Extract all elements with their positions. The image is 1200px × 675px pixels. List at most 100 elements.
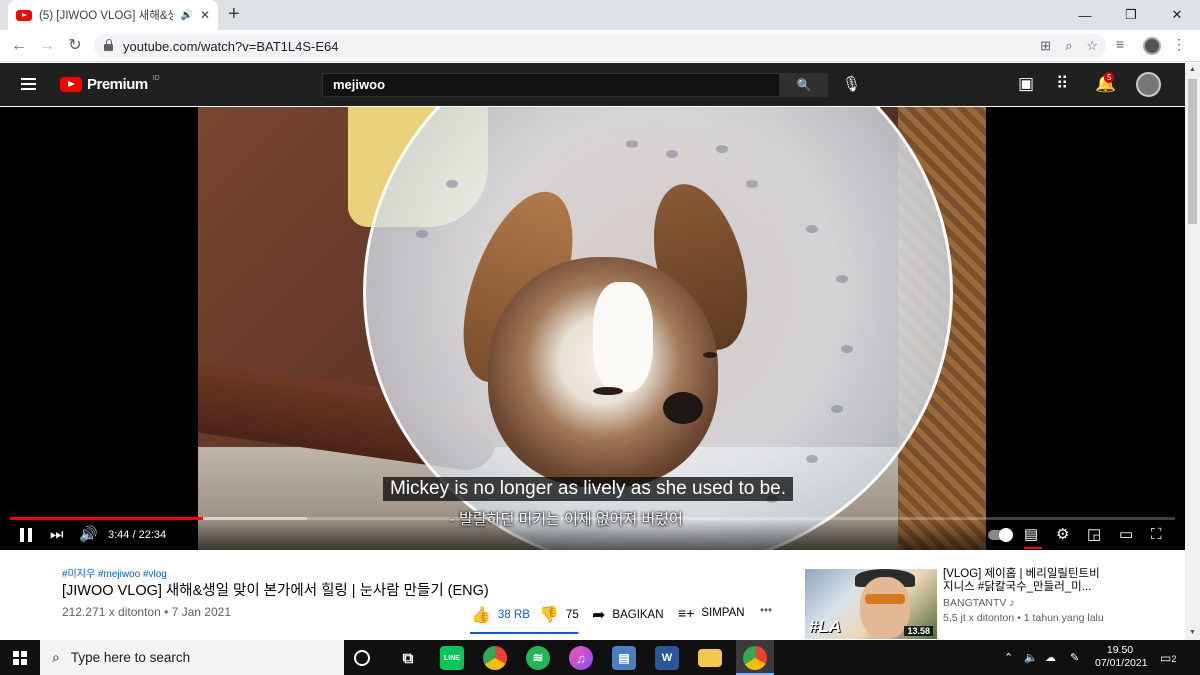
lock-icon bbox=[104, 39, 113, 51]
fullscreen-icon[interactable]: ⛶ bbox=[1151, 525, 1162, 545]
share-arrow-icon: ➦ bbox=[592, 607, 606, 624]
time-display: 3:44 / 22:34 bbox=[108, 529, 167, 541]
chrome-app-icon[interactable] bbox=[483, 646, 507, 670]
dislike-count: 75 bbox=[565, 609, 579, 621]
media-control-icon[interactable]: ≡ bbox=[1116, 36, 1124, 52]
youtube-masthead: Premium ID mejiwoo 🔍 🎙 ▣ ⠿ 🔔 bbox=[0, 63, 1185, 106]
spotify-app-icon[interactable]: ≋ bbox=[526, 646, 550, 670]
english-caption: Mickey is no longer as lively as she use… bbox=[383, 477, 794, 501]
save-label: SIMPAN bbox=[701, 607, 745, 619]
file-explorer-icon[interactable] bbox=[698, 649, 722, 667]
youtube-play-icon bbox=[60, 77, 82, 92]
restore-button[interactable]: ❐ bbox=[1108, 0, 1154, 30]
related-video-thumbnail[interactable]: #LA 13.58 bbox=[805, 569, 937, 639]
cortana-icon[interactable] bbox=[354, 650, 370, 666]
word-app-icon[interactable]: W bbox=[655, 646, 679, 670]
like-count: 38 RB bbox=[497, 609, 530, 621]
chrome-menu-icon[interactable]: ⋮ bbox=[1172, 36, 1186, 53]
action-center-icon[interactable]: ▭2 bbox=[1160, 651, 1176, 665]
dog-nose bbox=[663, 392, 703, 424]
volume-icon[interactable]: 🔊 bbox=[79, 525, 98, 545]
tab-title: (5) [JIWOO VLOG] 새해&생일 bbox=[39, 10, 174, 22]
dislike-button[interactable]: 👎 75 bbox=[539, 605, 579, 625]
windows-taskbar: ⌕ Type here to search ⧉ LINE ≋ ♫ ▤ W ⌃ 🔈… bbox=[0, 640, 1200, 675]
video-meta: 212.271 x ditonton • 7 Jan 2021 bbox=[62, 605, 232, 619]
player-controls: ⏭ 🔊 3:44 / 22:34 ▤ ⚙ ◲ ▭ ⛶ bbox=[0, 520, 1185, 550]
create-video-icon[interactable]: ▣ bbox=[1018, 74, 1034, 94]
new-tab-button[interactable]: + bbox=[228, 4, 240, 24]
save-button[interactable]: ≡+ SIMPAN bbox=[678, 605, 745, 621]
dog-eye-right bbox=[703, 352, 717, 358]
clock-time: 19.50 bbox=[1106, 644, 1134, 656]
browser-toolbar: ← → ↻ youtube.com/watch?v=BAT1L4S-E64 ⊞ … bbox=[0, 30, 1200, 62]
search-icon: 🔍 bbox=[796, 78, 812, 92]
network-app-icon[interactable]: ▤ bbox=[612, 646, 636, 670]
chrome-active-app-icon[interactable] bbox=[743, 646, 767, 670]
tray-chevron-up-icon[interactable]: ⌃ bbox=[1004, 651, 1013, 664]
like-button[interactable]: 👍 38 RB bbox=[471, 605, 530, 625]
browser-tab-strip: (5) [JIWOO VLOG] 새해&생일 🔊 ✕ + — ❐ ✕ bbox=[0, 0, 1200, 30]
taskbar-search[interactable]: ⌕ Type here to search bbox=[40, 640, 344, 675]
related-video-channel[interactable]: BANGTANTV ♪ bbox=[943, 597, 1015, 609]
back-arrow-icon[interactable]: ← bbox=[8, 35, 30, 57]
share-button[interactable]: ➦ BAGIKAN bbox=[592, 605, 664, 625]
dog-white-blaze bbox=[593, 282, 653, 392]
pen-ink-icon[interactable]: ✎ bbox=[1070, 651, 1079, 664]
subtitles-active-indicator bbox=[1024, 547, 1042, 549]
related-video-meta: 5,5 jt x ditonton • 1 tahun yang lalu bbox=[943, 612, 1104, 624]
volume-tray-icon[interactable]: 🔈 bbox=[1024, 651, 1038, 664]
search-icon: ⌕ bbox=[52, 649, 60, 665]
minimize-button[interactable]: — bbox=[1062, 0, 1108, 30]
address-bar[interactable]: youtube.com/watch?v=BAT1L4S-E64 ⊞ ⌕ ☆ bbox=[94, 34, 1106, 58]
video-title: [JIWOO VLOG] 새해&생일 맞이 본가에서 힐링 | 눈사람 만들기 … bbox=[62, 583, 489, 599]
autoplay-toggle[interactable] bbox=[988, 528, 1013, 542]
line-app-icon[interactable]: LINE bbox=[440, 646, 464, 670]
onedrive-cloud-icon[interactable]: ☁ bbox=[1045, 651, 1056, 664]
speaker-icon[interactable]: 🔊 bbox=[180, 10, 192, 21]
video-player[interactable]: Mickey is no longer as lively as she use… bbox=[0, 107, 1185, 550]
pause-icon[interactable] bbox=[20, 528, 32, 542]
page-scrollbar[interactable]: ▲ ▼ bbox=[1185, 63, 1200, 640]
microphone-icon[interactable]: 🎙 bbox=[842, 75, 861, 93]
dog-eye-left bbox=[593, 387, 623, 395]
taskbar-clock[interactable]: 19.50 07/01/2021 bbox=[1095, 644, 1148, 670]
search-button[interactable]: 🔍 bbox=[780, 73, 828, 97]
next-video-icon[interactable]: ⏭ bbox=[50, 525, 64, 545]
windows-start-icon[interactable] bbox=[13, 651, 27, 665]
url-text[interactable]: youtube.com/watch?v=BAT1L4S-E64 bbox=[123, 39, 338, 54]
clock-date: 07/01/2021 bbox=[1095, 657, 1148, 669]
thumbnail-text: #LA bbox=[809, 617, 842, 636]
itunes-app-icon[interactable]: ♫ bbox=[569, 646, 593, 670]
theater-mode-icon[interactable]: ▭ bbox=[1119, 525, 1133, 545]
miniplayer-icon[interactable]: ◲ bbox=[1087, 525, 1101, 545]
bookmark-star-icon[interactable]: ☆ bbox=[1086, 38, 1098, 54]
reload-icon[interactable]: ↻ bbox=[64, 35, 86, 57]
scroll-down-arrow-icon[interactable]: ▼ bbox=[1185, 626, 1200, 640]
youtube-favicon-icon bbox=[16, 9, 32, 21]
translate-icon[interactable]: ⊞ bbox=[1040, 38, 1051, 54]
hashtags[interactable]: #미지우 #mejiwoo #vlog bbox=[62, 565, 167, 580]
tab-close-icon[interactable]: ✕ bbox=[200, 8, 210, 22]
close-window-button[interactable]: ✕ bbox=[1154, 0, 1200, 30]
task-view-icon[interactable]: ⧉ bbox=[396, 646, 420, 670]
settings-gear-icon[interactable]: ⚙ bbox=[1056, 525, 1069, 545]
scrollbar-thumb[interactable] bbox=[1188, 79, 1197, 224]
related-video-title[interactable]: [VLOG] 제이홉 | 베리일릴틴트비지니스 #닭칼국수_만들러_미... bbox=[943, 568, 1108, 594]
account-avatar[interactable] bbox=[1136, 72, 1161, 97]
youtube-logo[interactable]: Premium ID bbox=[60, 75, 160, 93]
action-center-count: 2 bbox=[1171, 654, 1177, 664]
search-input[interactable]: mejiwoo bbox=[322, 73, 780, 97]
zoom-icon[interactable]: ⌕ bbox=[1065, 38, 1072, 54]
more-actions-button[interactable]: ••• bbox=[760, 605, 772, 617]
logo-text: Premium bbox=[87, 76, 148, 93]
hamburger-menu-icon[interactable] bbox=[21, 78, 36, 90]
playlist-add-icon: ≡+ bbox=[678, 605, 695, 621]
share-label: BAGIKAN bbox=[612, 609, 664, 621]
browser-tab[interactable]: (5) [JIWOO VLOG] 새해&생일 🔊 ✕ bbox=[8, 0, 218, 30]
taskbar-search-placeholder: Type here to search bbox=[70, 650, 191, 665]
forward-arrow-icon[interactable]: → bbox=[36, 35, 58, 57]
apps-grid-icon[interactable]: ⠿ bbox=[1056, 74, 1068, 94]
subtitles-icon[interactable]: ▤ bbox=[1024, 525, 1038, 545]
profile-avatar[interactable] bbox=[1143, 37, 1161, 55]
scroll-up-arrow-icon[interactable]: ▲ bbox=[1185, 63, 1200, 77]
